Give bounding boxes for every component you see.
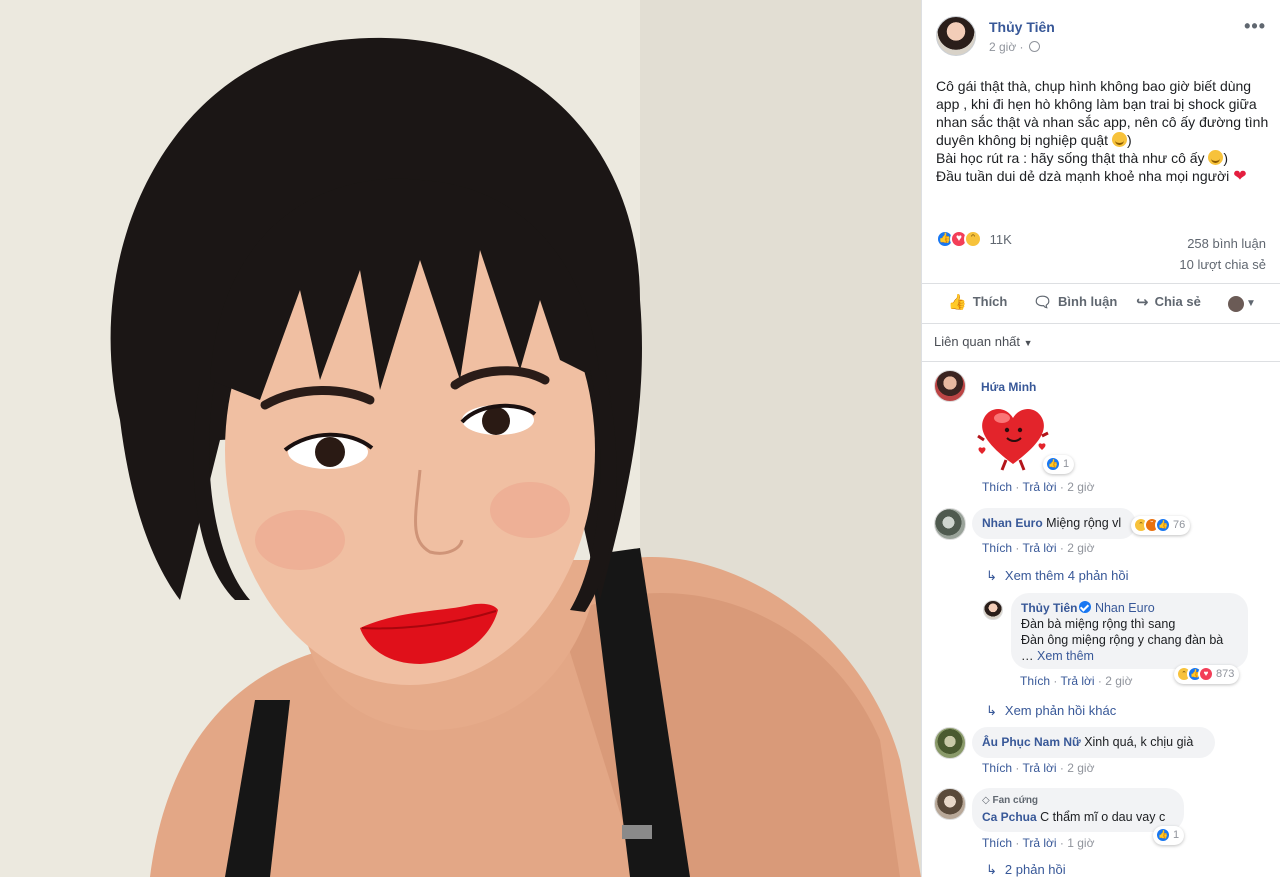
reply-arrow-icon: ↳: [986, 703, 997, 718]
post-actions: 👍 Thích 🗨 Bình luận ↪ Chia sẻ ▼: [922, 283, 1280, 323]
post-reactions[interactable]: 👍 ♥ ᵔ 11K: [936, 230, 1012, 250]
comment-time[interactable]: 2 giờ: [1067, 541, 1094, 555]
love-icon: ♥: [1198, 666, 1214, 683]
comment-bubble: Nhan Euro Miệng rộng vl: [972, 508, 1136, 539]
post-photo[interactable]: [0, 0, 921, 877]
comment-like-link[interactable]: Thích: [982, 541, 1012, 555]
comments-count[interactable]: 258 bình luận: [1179, 233, 1266, 254]
haha-icon: ᵔ: [964, 230, 982, 248]
like-icon: 👍: [1155, 517, 1171, 534]
post-header: Thủy Tiên 2 giờ · •••: [936, 16, 1266, 60]
comment-reactions[interactable]: ᵔ ˘ 👍 76: [1131, 516, 1191, 535]
comment-actions: Thích · Trả lời · 2 giờ: [982, 480, 1095, 494]
reply-text-line-1: Đàn bà miệng rộng thì sang: [1021, 617, 1176, 631]
post-time[interactable]: 2 giờ: [989, 40, 1016, 54]
divider: [922, 361, 1280, 362]
heart-emoji-icon: ❤: [1233, 168, 1247, 185]
post-side-panel: Thủy Tiên 2 giờ · ••• Cô gái thật thà, c…: [921, 0, 1280, 877]
reply-like-link[interactable]: Thích: [1020, 674, 1050, 688]
smile-emoji-icon: [1111, 132, 1127, 147]
caret-down-icon: ▼: [1246, 298, 1256, 310]
comment-reactions[interactable]: 👍 1: [1043, 455, 1075, 474]
reply-arrow-icon: ↳: [986, 568, 997, 583]
verified-badge-icon: [1079, 601, 1092, 613]
reply-author-name[interactable]: Thủy Tiên: [1021, 601, 1077, 615]
more-options-icon[interactable]: •••: [1244, 16, 1266, 37]
comment-filter-dropdown[interactable]: Liên quan nhất ▼: [934, 334, 1033, 349]
comment-actions: Thích · Trả lời · 2 giờ: [982, 541, 1095, 555]
comment-reply-link[interactable]: Trả lời: [1022, 836, 1056, 850]
comment-text: Xinh quá, k chịu già: [1084, 735, 1194, 749]
reply-reactions[interactable]: ᵔ 👍 ♥ 873: [1174, 665, 1240, 684]
replies-link[interactable]: ↳ 2 phản hồi: [986, 862, 1066, 877]
comment-reply-link[interactable]: Trả lời: [1022, 480, 1056, 494]
reply-author-avatar[interactable]: [983, 600, 1003, 620]
see-more-replies-link[interactable]: ↳ Xem thêm 4 phản hồi: [986, 568, 1128, 584]
reply-arrow-icon: ↳: [986, 862, 997, 877]
like-button[interactable]: 👍 Thích: [948, 293, 1007, 311]
reply-actions: Thích · Trả lời · 2 giờ: [1020, 674, 1133, 688]
reply-mention[interactable]: Nhan Euro: [1095, 601, 1155, 615]
ellipsis: …: [1021, 649, 1034, 663]
fan-badge: ◇ Fan cứng: [982, 795, 1039, 806]
reaction-count[interactable]: 11K: [990, 232, 1012, 247]
reply-bubble: Thủy Tiên Nhan Euro Đàn bà miệng rộng th…: [1011, 593, 1248, 669]
post-meta: 2 giờ ·: [989, 40, 1040, 54]
globe-icon[interactable]: [1028, 41, 1040, 52]
thumbs-up-icon: 👍: [948, 294, 967, 311]
comment-time[interactable]: 1 giờ: [1067, 836, 1094, 850]
commenter-avatar[interactable]: [934, 370, 966, 402]
reply-text-line-2: Đàn ông miệng rộng y chang đàn bà: [1021, 633, 1224, 647]
commenter-avatar[interactable]: [934, 727, 966, 759]
post-text-line-3: Đầu tuần dui dẻ dzà mạnh khoẻ nha mọi ng…: [936, 168, 1247, 185]
comment-actions: Thích · Trả lời · 2 giờ: [982, 761, 1095, 775]
comment-icon: 🗨: [1033, 294, 1053, 311]
heart-sticker: [977, 409, 1049, 471]
commenter-name[interactable]: Ca Pchua: [982, 810, 1037, 824]
shares-count[interactable]: 10 lượt chia sẻ: [1179, 254, 1266, 275]
other-replies-link[interactable]: ↳ Xem phản hồi khác: [986, 703, 1116, 719]
smile-emoji-icon: [1208, 150, 1224, 165]
post-text-line-1: Cô gái thật thà, chụp hình không bao giờ…: [936, 78, 1269, 148]
comment-button[interactable]: 🗨 Bình luận: [1033, 293, 1117, 311]
comment-time[interactable]: 2 giờ: [1067, 761, 1094, 775]
commenter-name[interactable]: Âu Phục Nam Nữ: [982, 735, 1081, 749]
selfie-illustration: [0, 0, 921, 877]
comment-bubble: Âu Phục Nam Nữ Xinh quá, k chịu già: [972, 727, 1215, 758]
share-icon: ↪: [1136, 294, 1149, 311]
comment-text: Miệng rộng vl: [1046, 516, 1122, 530]
reply-reply-link[interactable]: Trả lời: [1060, 674, 1094, 688]
commenter-avatar[interactable]: [934, 508, 966, 540]
divider: [922, 323, 1280, 324]
caret-down-icon: ▼: [1023, 338, 1033, 348]
author-name[interactable]: Thủy Tiên: [989, 19, 1055, 35]
post-stats: 258 bình luận 10 lượt chia sẻ: [1179, 233, 1266, 275]
author-avatar[interactable]: [936, 16, 976, 56]
post-text: Cô gái thật thà, chụp hình không bao giờ…: [936, 77, 1272, 186]
comment-like-link[interactable]: Thích: [982, 761, 1012, 775]
commenter-name[interactable]: Nhan Euro: [982, 516, 1043, 530]
comment-text: C thẩm mĩ o dau vay c: [1040, 810, 1166, 824]
share-button[interactable]: ↪ Chia sẻ: [1136, 293, 1201, 311]
comment-like-link[interactable]: Thích: [982, 480, 1012, 494]
post-as-selector[interactable]: ▼: [1228, 295, 1256, 312]
like-icon: 👍: [1155, 827, 1171, 844]
comment-actions: Thích · Trả lời · 1 giờ: [982, 836, 1095, 850]
comment-time[interactable]: 2 giờ: [1067, 480, 1094, 494]
comment-reply-link[interactable]: Trả lời: [1022, 761, 1056, 775]
comment-bubble: ◇ Fan cứng Ca Pchua C thẩm mĩ o dau vay …: [972, 788, 1184, 832]
reply-see-more-link[interactable]: Xem thêm: [1037, 649, 1094, 663]
comment-like-link[interactable]: Thích: [982, 836, 1012, 850]
comment-reactions[interactable]: 👍 1: [1153, 826, 1185, 845]
profile-mini-avatar: [1228, 295, 1244, 312]
reply-time[interactable]: 2 giờ: [1105, 674, 1132, 688]
commenter-name[interactable]: Hứa Minh: [981, 380, 1036, 394]
comment-reply-link[interactable]: Trả lời: [1022, 541, 1056, 555]
like-icon: 👍: [1045, 456, 1061, 473]
post-text-line-2: Bài học rút ra : hãy sống thật thà như c…: [936, 150, 1229, 166]
commenter-avatar[interactable]: [934, 788, 966, 820]
